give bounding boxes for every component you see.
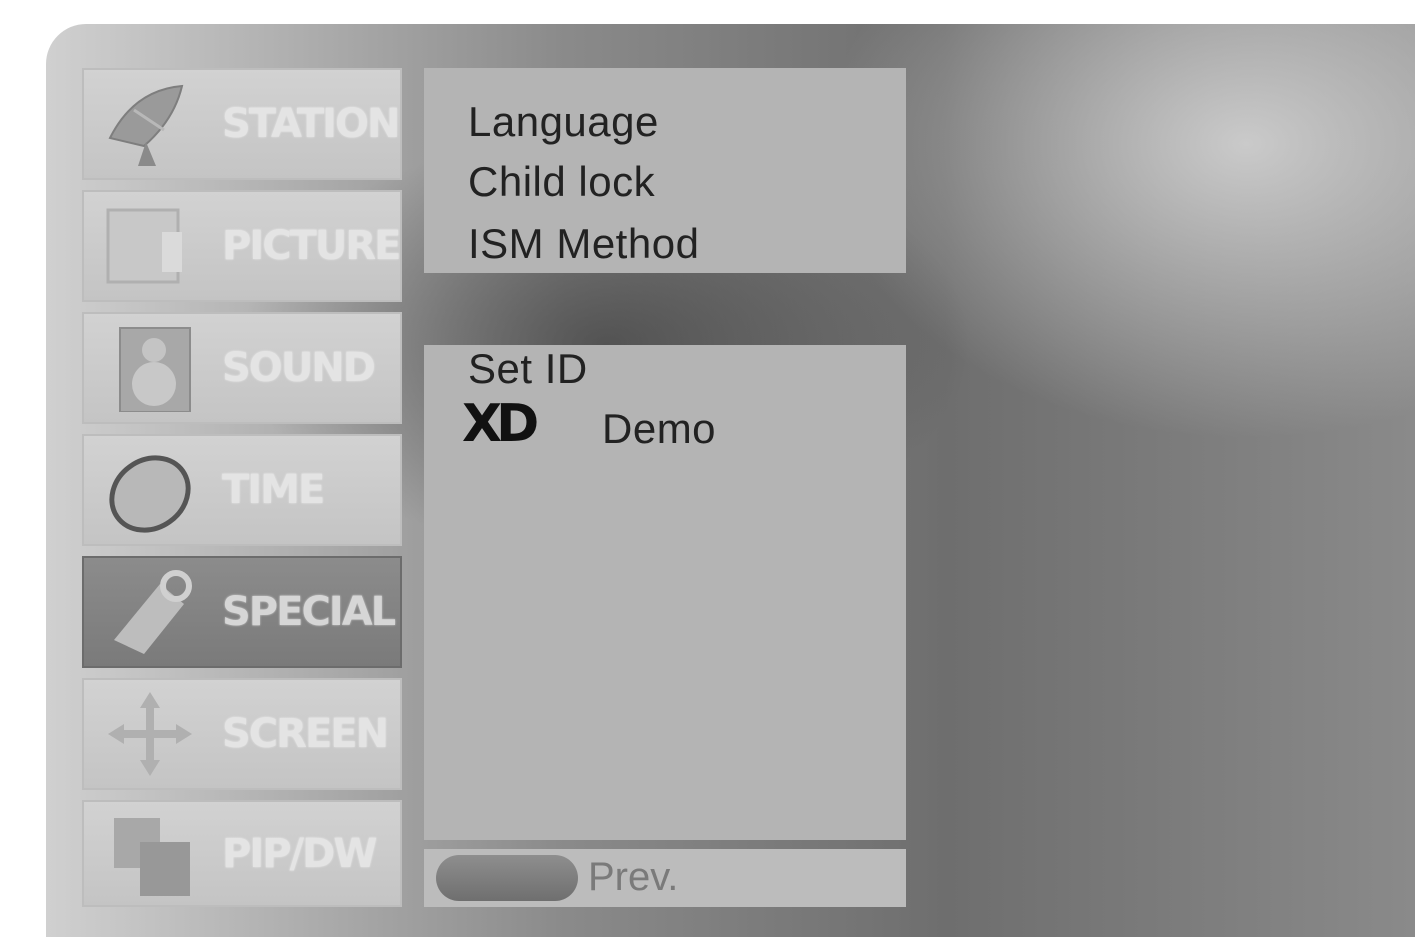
menu-label-screen: SCREEN [222, 711, 389, 757]
menu-item-special[interactable]: SPECIAL [82, 556, 402, 668]
option-ism-method[interactable]: ISM Method [468, 220, 699, 268]
pip-windows-icon [114, 818, 190, 896]
svg-text:XD: XD [462, 399, 537, 445]
prev-label: Prev. [588, 855, 679, 899]
footer-bar: Prev. [424, 849, 906, 907]
menu-item-picture[interactable]: PICTURE [82, 190, 402, 302]
menu-item-pip-dw[interactable]: PIP/DW [82, 800, 402, 907]
speaker-icon [119, 327, 191, 412]
special-options-panel-lower: Set ID XD Demo [424, 345, 906, 840]
tag-icon [114, 570, 192, 654]
option-child-lock[interactable]: Child lock [468, 158, 655, 206]
satellite-dish-icon [108, 84, 184, 166]
option-xd-demo[interactable]: Demo [602, 405, 716, 453]
menu-item-station[interactable]: STATION [82, 68, 402, 180]
menu-item-time[interactable]: TIME [82, 434, 402, 546]
menu-label-sound: SOUND [222, 345, 376, 391]
xd-logo-icon: XD [462, 399, 543, 445]
menu-item-screen[interactable]: SCREEN [82, 678, 402, 790]
clock-icon [109, 455, 191, 533]
prev-button[interactable] [436, 855, 578, 901]
menu-label-picture: PICTURE [222, 223, 401, 269]
tv-screen-icon [106, 208, 182, 284]
option-set-id[interactable]: Set ID [468, 345, 588, 393]
menu-label-time: TIME [222, 467, 325, 513]
menu-item-sound[interactable]: SOUND [82, 312, 402, 424]
move-arrows-icon [108, 692, 192, 776]
special-options-panel: Language Child lock ISM Method [424, 68, 906, 273]
option-language[interactable]: Language [468, 98, 659, 146]
menu-label-station: STATION [222, 101, 400, 147]
menu-label-pip-dw: PIP/DW [222, 830, 377, 877]
menu-label-special: SPECIAL [222, 589, 396, 635]
